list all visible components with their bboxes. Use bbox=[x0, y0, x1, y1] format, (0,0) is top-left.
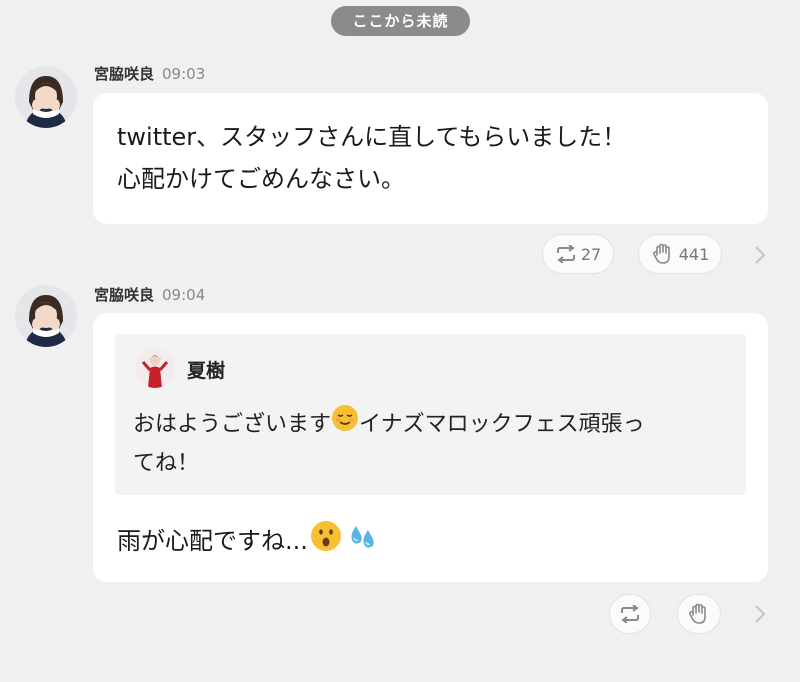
message-header: 宮脇咲良 09:04 bbox=[94, 284, 205, 306]
unread-divider: ここから未読 bbox=[331, 6, 470, 36]
message-text-line: 雨が心配ですね... bbox=[117, 520, 378, 564]
clap-count: 441 bbox=[678, 244, 710, 264]
avatar-photo-icon bbox=[15, 285, 77, 347]
quoted-message[interactable]: 夏樹 おはようございます イナズマロックフェス頑張っ てね！ bbox=[115, 334, 746, 495]
chevron-right-icon[interactable] bbox=[754, 604, 766, 624]
quote-text-part: おはようございます bbox=[133, 412, 332, 437]
message-header: 宮脇咲良 09:03 bbox=[94, 63, 205, 85]
message-bubble[interactable]: twitter、スタッフさんに直してもらいました！ 心配かけてごめんなさい。 bbox=[93, 93, 768, 224]
avatar[interactable] bbox=[15, 66, 77, 128]
message-text-line: 心配かけてごめんなさい。 bbox=[117, 165, 405, 193]
repost-button[interactable]: 27 bbox=[542, 234, 614, 274]
repost-icon bbox=[621, 605, 639, 623]
sender-name[interactable]: 宮脇咲良 bbox=[94, 286, 154, 304]
quote-avatar bbox=[135, 348, 175, 388]
sweat-droplets-emoji bbox=[346, 520, 378, 564]
clap-icon bbox=[652, 243, 670, 264]
timestamp: 09:03 bbox=[162, 65, 206, 83]
avatar[interactable] bbox=[15, 285, 77, 347]
quote-avatar-photo-icon bbox=[135, 348, 175, 388]
repost-icon bbox=[556, 245, 575, 263]
quote-text-line: てね！ bbox=[133, 451, 200, 476]
clap-button[interactable]: 441 bbox=[638, 234, 722, 274]
repost-button[interactable] bbox=[609, 594, 651, 634]
quote-text-line: おはようございます イナズマロックフェス頑張っ bbox=[133, 404, 645, 446]
repost-count: 27 bbox=[580, 244, 602, 264]
chevron-right-icon[interactable] bbox=[754, 245, 766, 265]
clap-button[interactable] bbox=[677, 594, 721, 634]
hushed-face-emoji bbox=[310, 520, 342, 564]
timestamp: 09:04 bbox=[162, 286, 206, 304]
quote-text-part: イナズマロックフェス頑張っ bbox=[359, 412, 645, 437]
relieved-face-emoji bbox=[331, 404, 359, 446]
message-bubble[interactable]: 夏樹 おはようございます イナズマロックフェス頑張っ てね！ 雨が心配ですね... bbox=[93, 313, 768, 582]
sender-name[interactable]: 宮脇咲良 bbox=[94, 65, 154, 83]
quote-sender-name: 夏樹 bbox=[187, 360, 226, 382]
clap-icon bbox=[689, 603, 706, 624]
avatar-photo-icon bbox=[15, 66, 77, 128]
reply-text: 雨が心配ですね... bbox=[117, 527, 308, 555]
message-text-line: twitter、スタッフさんに直してもらいました！ bbox=[117, 123, 627, 151]
